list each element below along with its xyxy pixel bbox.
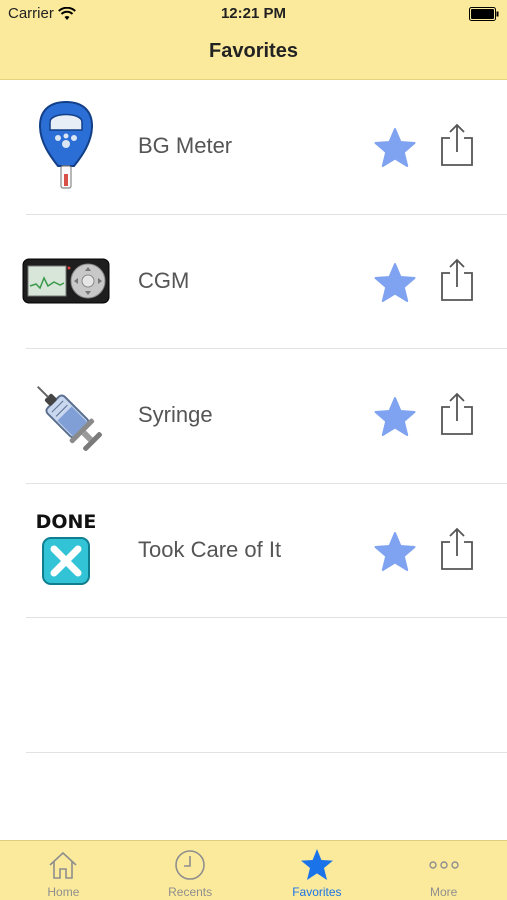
favorite-row-took-care-of-it[interactable]: DONE Took Care of It (0, 484, 507, 618)
done-icon: DONE (20, 502, 112, 598)
favorites-list: BG Meter CGM Syringe DONE Took Care of I… (0, 80, 507, 753)
star-icon[interactable] (373, 396, 417, 438)
star-icon (300, 849, 333, 880)
more-icon (428, 861, 459, 869)
clock-icon (175, 850, 205, 880)
favorite-label: Syringe (138, 402, 213, 427)
favorite-label: Took Care of It (138, 536, 282, 562)
tab-label: Home (47, 885, 80, 899)
share-icon[interactable] (438, 122, 476, 168)
cgm-icon (20, 233, 112, 329)
star-icon[interactable] (373, 127, 417, 169)
tab-home[interactable]: Home (0, 841, 127, 900)
status-time: 12:21 PM (220, 5, 287, 22)
empty-row (0, 618, 507, 753)
home-icon (49, 851, 77, 879)
share-icon[interactable] (438, 391, 476, 437)
bg-meter-icon (20, 98, 112, 194)
tab-label: More (429, 885, 458, 899)
row-divider (26, 751, 507, 753)
favorite-row-bg-meter[interactable]: BG Meter (0, 80, 507, 215)
syringe-icon (20, 367, 112, 463)
tab-more[interactable]: More (380, 841, 507, 900)
tab-label: Favorites (292, 885, 342, 899)
page-title: Favorites (209, 40, 298, 62)
favorite-row-syringe[interactable]: Syringe (0, 349, 507, 484)
done-icon-text: DONE (36, 511, 96, 533)
share-icon[interactable] (438, 526, 476, 572)
top-bar: Carrier 12:21 PM Favorites (0, 0, 507, 80)
favorite-row-cgm[interactable]: CGM (0, 215, 507, 349)
tab-recents[interactable]: Recents (127, 841, 254, 900)
tab-favorites[interactable]: Favorites (254, 841, 381, 900)
battery-icon (469, 7, 499, 21)
status-bar: Carrier 12:21 PM (0, 0, 507, 28)
share-icon[interactable] (438, 257, 476, 303)
tab-label: Recents (168, 885, 213, 899)
star-icon[interactable] (373, 262, 417, 304)
tab-bar: Home Recents Favorites More (0, 840, 507, 900)
favorite-label: BG Meter (138, 133, 233, 158)
favorite-label: CGM (138, 267, 190, 293)
star-icon[interactable] (373, 531, 417, 573)
